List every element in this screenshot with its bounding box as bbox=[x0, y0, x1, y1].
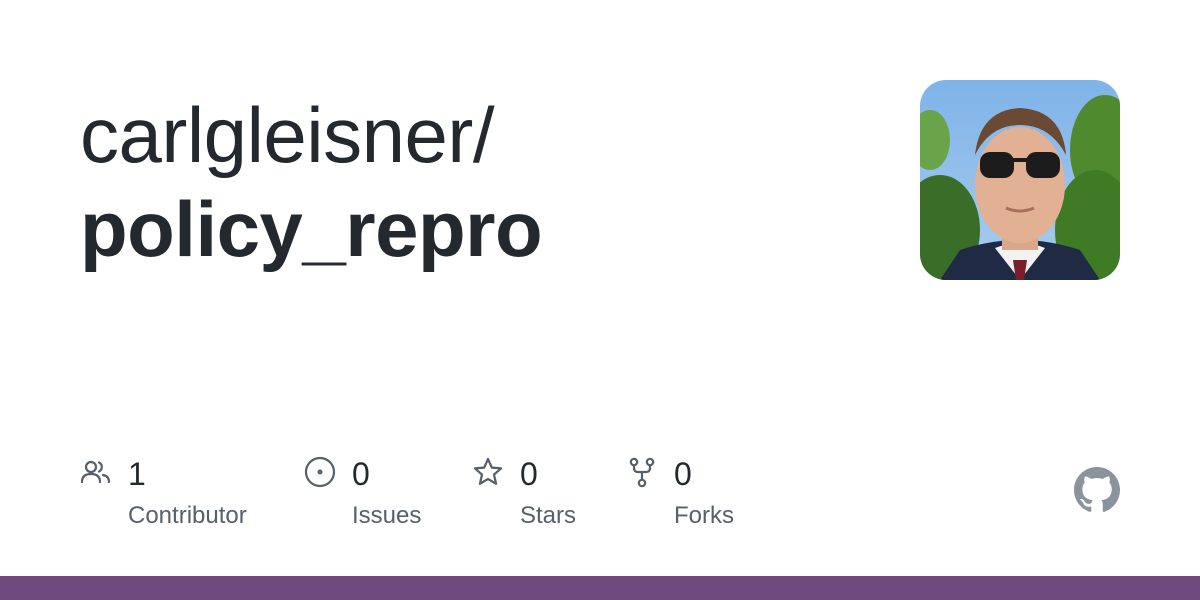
repo-forked-icon bbox=[629, 457, 655, 488]
issues-count: 0 bbox=[352, 456, 370, 492]
github-logo-icon[interactable] bbox=[1074, 467, 1120, 513]
repo-owner[interactable]: carlgleisner/ bbox=[80, 96, 495, 174]
issues-label: Issues bbox=[352, 502, 422, 529]
stars-label: Stars bbox=[520, 502, 577, 529]
owner-avatar[interactable] bbox=[920, 80, 1120, 280]
contributors-count: 1 bbox=[128, 456, 146, 492]
people-icon bbox=[80, 460, 111, 484]
star-icon bbox=[473, 457, 503, 485]
contributors-label: Contributor bbox=[128, 502, 247, 529]
issue-opened-icon bbox=[304, 456, 336, 488]
forks-label: Forks bbox=[674, 502, 734, 529]
forks-count: 0 bbox=[674, 456, 692, 492]
avatar-photo bbox=[920, 80, 1120, 280]
language-bar bbox=[0, 576, 1200, 600]
repo-name[interactable]: policy_repro bbox=[80, 190, 543, 268]
stars-count: 0 bbox=[520, 456, 538, 492]
